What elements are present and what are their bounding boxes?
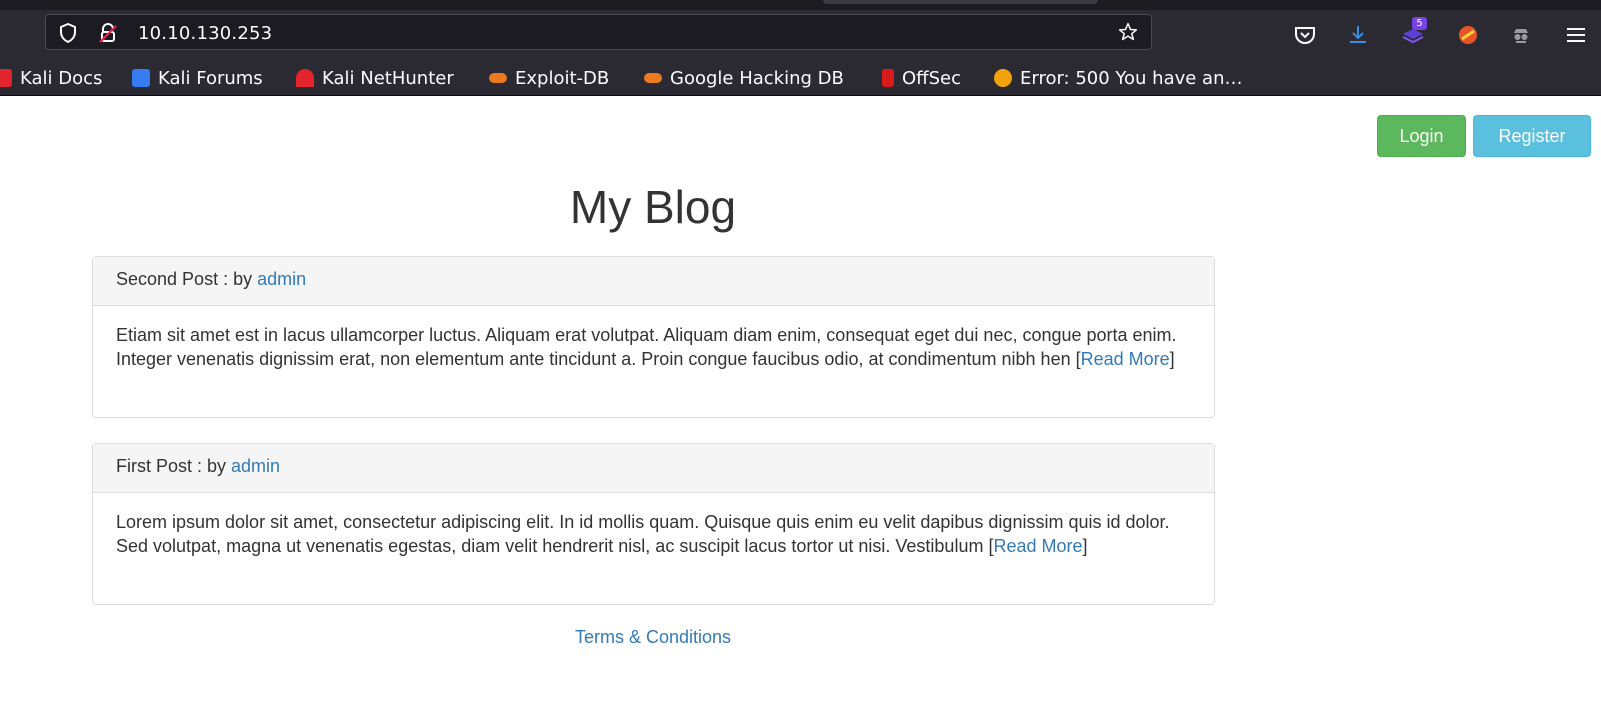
- footer: Terms & Conditions: [0, 627, 1306, 648]
- extension-stack-icon[interactable]: 5: [1400, 17, 1427, 48]
- bookmark-kali-docs[interactable]: Kali Docs: [0, 60, 102, 96]
- bookmark-offsec[interactable]: OffSec: [882, 60, 961, 96]
- browser-toolbar: 10.10.130.253 5: [0, 10, 1601, 60]
- bookmark-label: Error: 500 You have an…: [1020, 67, 1243, 89]
- bookmark-label: Kali Forums: [158, 67, 263, 89]
- terms-conditions-link[interactable]: Terms & Conditions: [575, 627, 731, 647]
- kali-docs-icon: [0, 69, 12, 87]
- post-excerpt: Etiam sit amet est in lacus ullamcorper …: [116, 325, 1177, 369]
- post-heading: Second Post : by admin: [93, 257, 1214, 306]
- insecure-lock-icon[interactable]: [98, 23, 118, 43]
- post-panel: Second Post : by admin Etiam sit amet es…: [92, 256, 1215, 418]
- bookmark-label: Google Hacking DB: [670, 67, 844, 89]
- post-panel: First Post : by admin Lorem ipsum dolor …: [92, 443, 1215, 605]
- tab-strip: [0, 0, 1601, 10]
- menu-icon[interactable]: [1563, 22, 1589, 48]
- post-body: Etiam sit amet est in lacus ullamcorper …: [93, 306, 1214, 391]
- bookmark-label: Exploit-DB: [515, 67, 610, 89]
- post-title: First Post : by: [116, 456, 232, 476]
- bookmark-label: Kali Docs: [20, 67, 103, 89]
- kali-forums-icon: [132, 69, 150, 87]
- bookmark-google-hacking-db[interactable]: Google Hacking DB: [644, 60, 844, 96]
- register-button[interactable]: Register: [1473, 115, 1591, 157]
- bookmark-star-icon[interactable]: [1118, 22, 1138, 42]
- exploit-db-icon: [489, 73, 507, 83]
- extension-badge: 5: [1412, 17, 1427, 30]
- bookmark-exploit-db[interactable]: Exploit-DB: [489, 60, 609, 96]
- post-heading: First Post : by admin: [93, 444, 1214, 493]
- google-hacking-db-icon: [644, 73, 662, 83]
- bookmark-error-500[interactable]: Error: 500 You have an…: [994, 60, 1243, 96]
- url-text[interactable]: 10.10.130.253: [138, 23, 272, 44]
- extension-tool-icon[interactable]: [1455, 22, 1481, 48]
- bookmark-label: OffSec: [902, 67, 961, 89]
- shield-icon[interactable]: [58, 23, 78, 43]
- bracket-close: ]: [1082, 536, 1088, 556]
- pocket-icon[interactable]: [1292, 22, 1318, 48]
- bookmark-label: Kali NetHunter: [322, 67, 454, 89]
- downloads-icon[interactable]: [1345, 22, 1371, 48]
- bookmark-kali-forums[interactable]: Kali Forums: [132, 60, 263, 96]
- post-title: Second Post : by: [116, 269, 258, 289]
- joomla-icon: [994, 69, 1012, 87]
- offsec-icon: [882, 69, 894, 87]
- bracket-close: ]: [1169, 349, 1175, 369]
- author-link[interactable]: admin: [231, 456, 280, 476]
- bookmarks-toolbar: Kali Docs Kali Forums Kali NetHunter Exp…: [0, 60, 1601, 96]
- spy-extension-icon[interactable]: [1508, 22, 1534, 48]
- author-link[interactable]: admin: [257, 269, 306, 289]
- tab-hint[interactable]: [823, 0, 1098, 4]
- read-more-link[interactable]: Read More: [1081, 349, 1170, 369]
- bookmark-kali-nethunter[interactable]: Kali NetHunter: [296, 60, 454, 96]
- url-bar[interactable]: 10.10.130.253: [45, 14, 1152, 50]
- page-title: My Blog: [569, 181, 737, 233]
- read-more-link[interactable]: Read More: [993, 536, 1082, 556]
- kali-nethunter-icon: [296, 69, 314, 87]
- post-body: Lorem ipsum dolor sit amet, consectetur …: [93, 493, 1214, 578]
- login-button[interactable]: Login: [1377, 115, 1466, 157]
